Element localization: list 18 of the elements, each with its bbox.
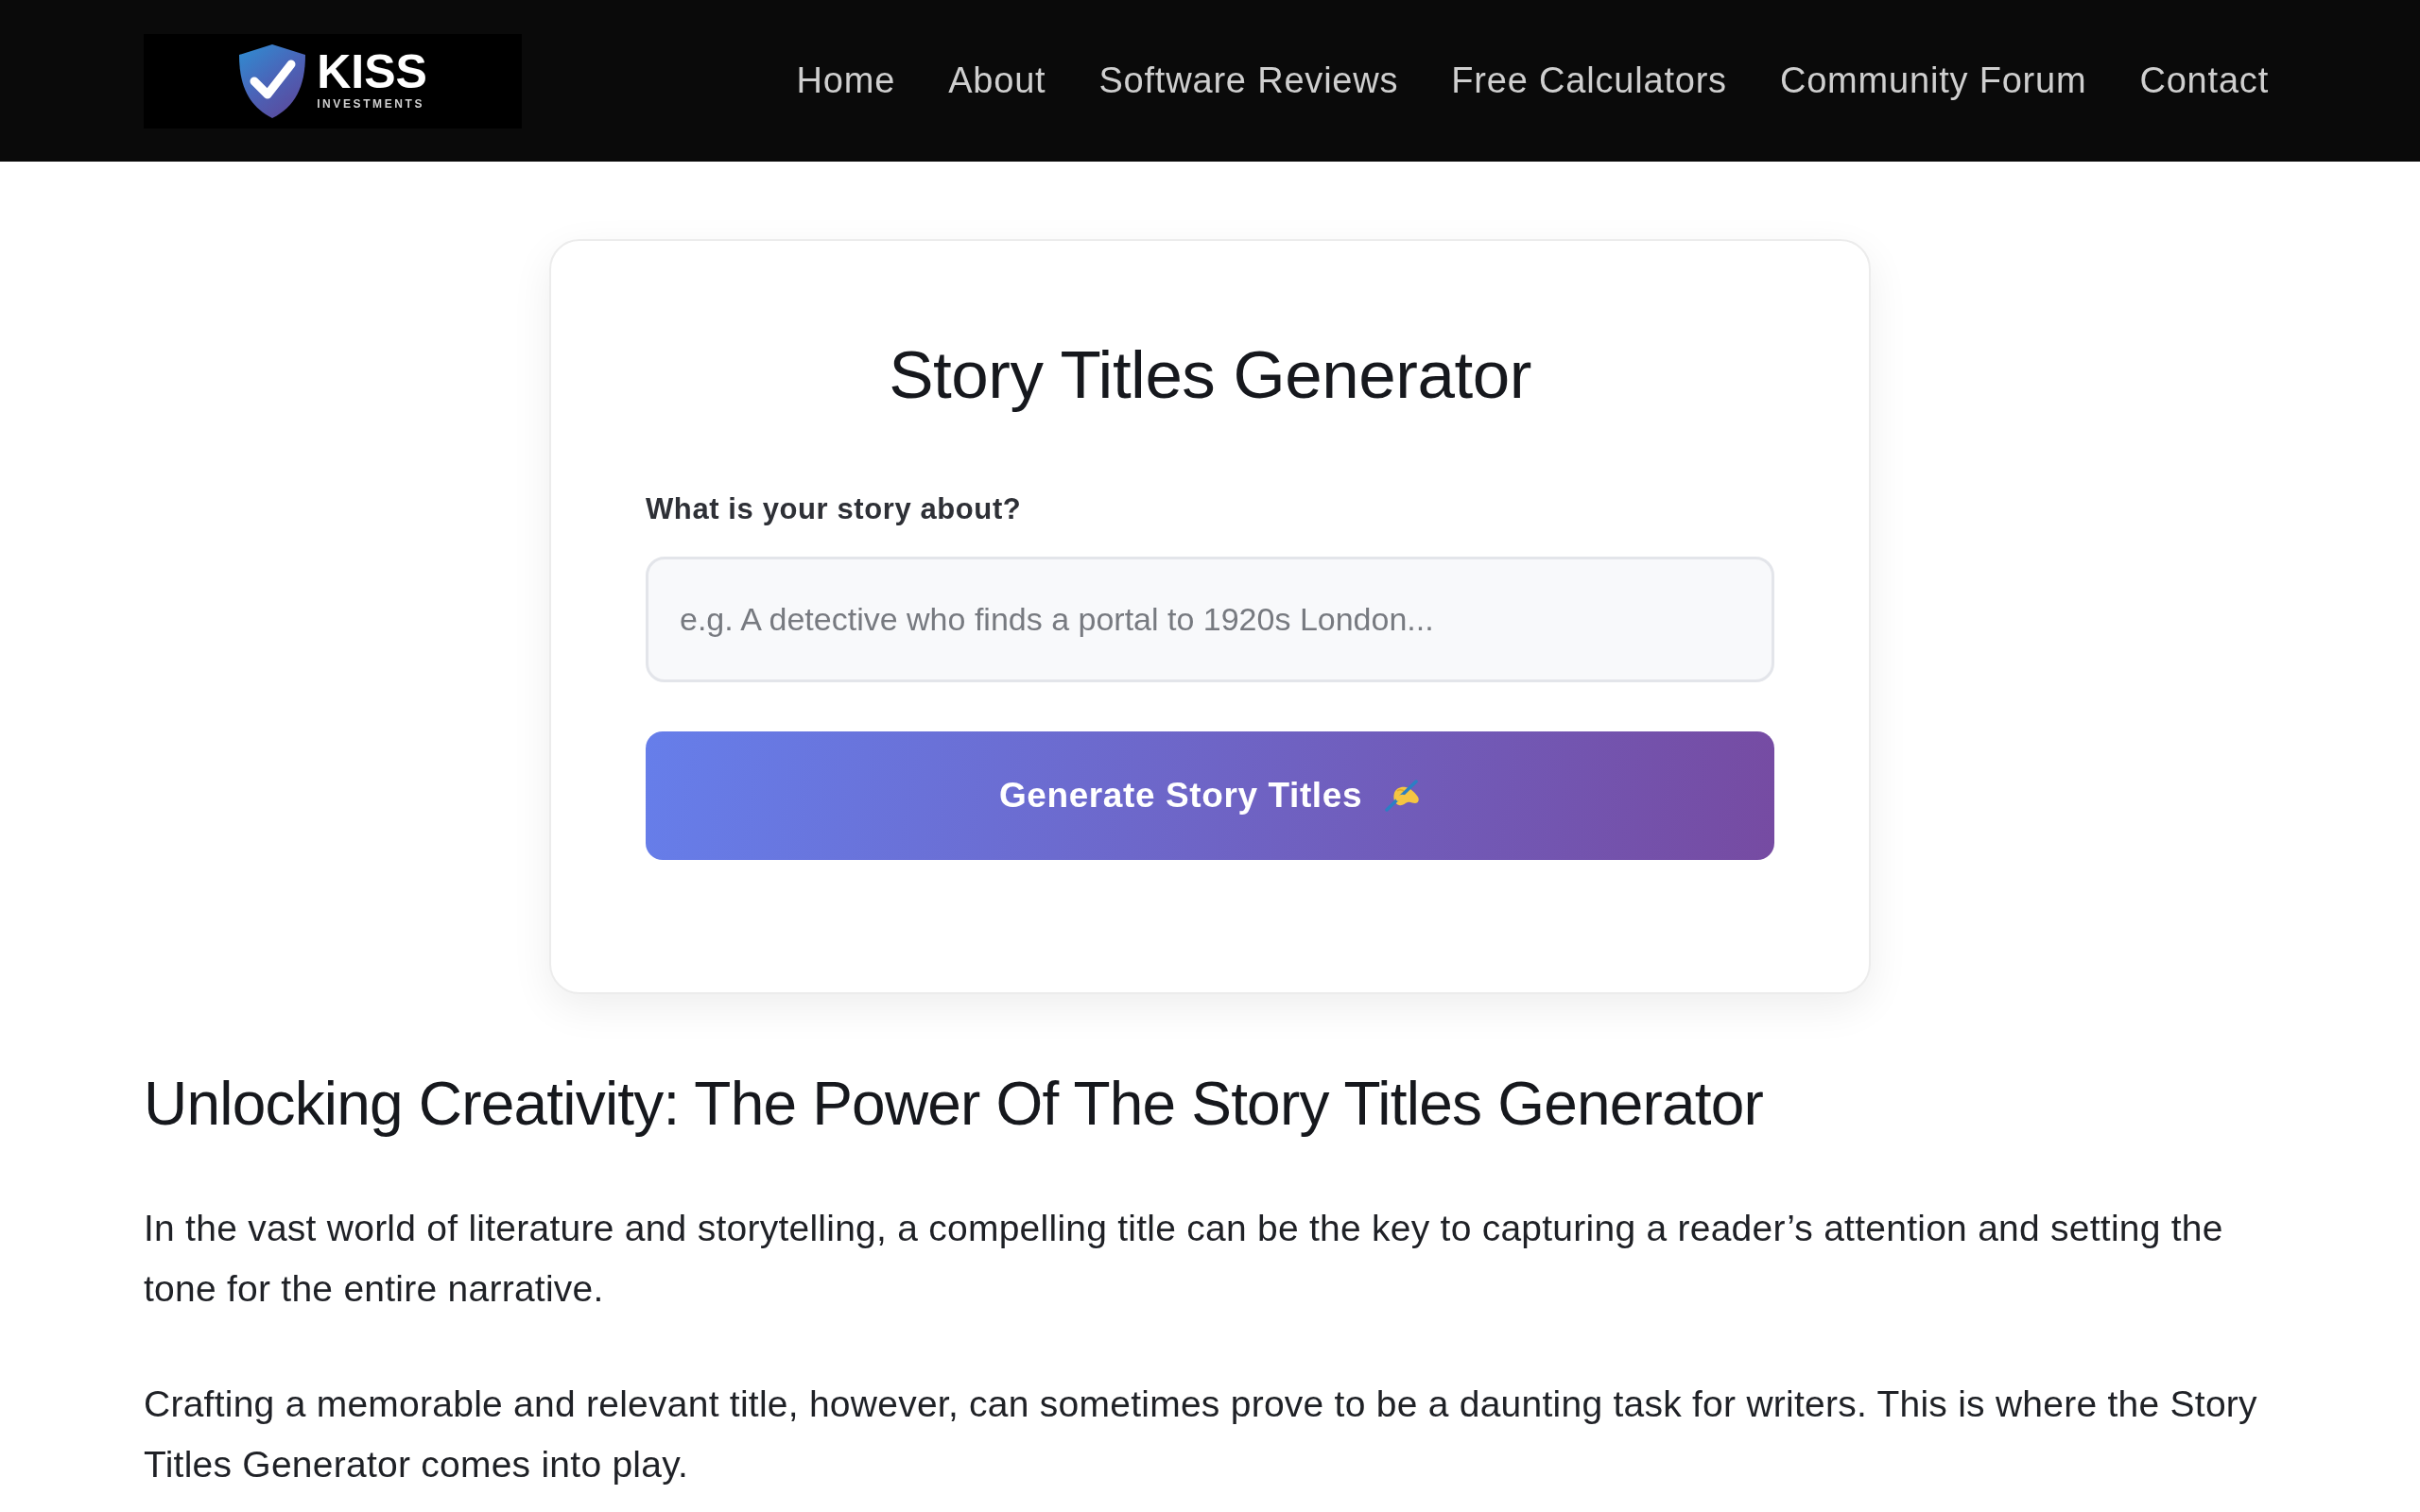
nav-link[interactable]: Contact [2139,60,2269,101]
nav-link[interactable]: Home [796,60,896,101]
nav-link[interactable]: Community Forum [1779,60,2087,101]
story-input[interactable]: e.g. A detective who finds a portal to 1920s London... [646,557,1774,682]
logo-wordmark: KISS [317,52,427,91]
nav-link[interactable]: Free Calculators [1451,60,1727,101]
article-paragraph: Crafting a memorable and relevant title, however, can sometimes prove to be a daunting task for writers. This is where the Story Titles Generator comes into play. [144,1383,2258,1486]
shield-check-icon [238,43,307,119]
logo-tagline: INVESTMENTS [317,97,426,110]
generate-button[interactable]: Generate Story Titles [646,731,1774,860]
field-label: What is your story about? [646,492,1023,526]
nav-link[interactable]: Software Reviews [1098,60,1399,101]
nav-link[interactable]: About [948,60,1046,101]
writing-hand-icon [1385,780,1422,812]
article-heading: Unlocking Creativity: The Power Of The Story Titles Generator [144,1069,1765,1140]
logo[interactable]: KISS INVESTMENTS [144,33,522,129]
generator-title: Story Titles Generator [888,336,1532,414]
article-paragraph: In the vast world of literature and storytelling, a compelling title can be the key to capturing a reader’s attention and setting the tone for the entire narrative. [144,1207,2224,1311]
